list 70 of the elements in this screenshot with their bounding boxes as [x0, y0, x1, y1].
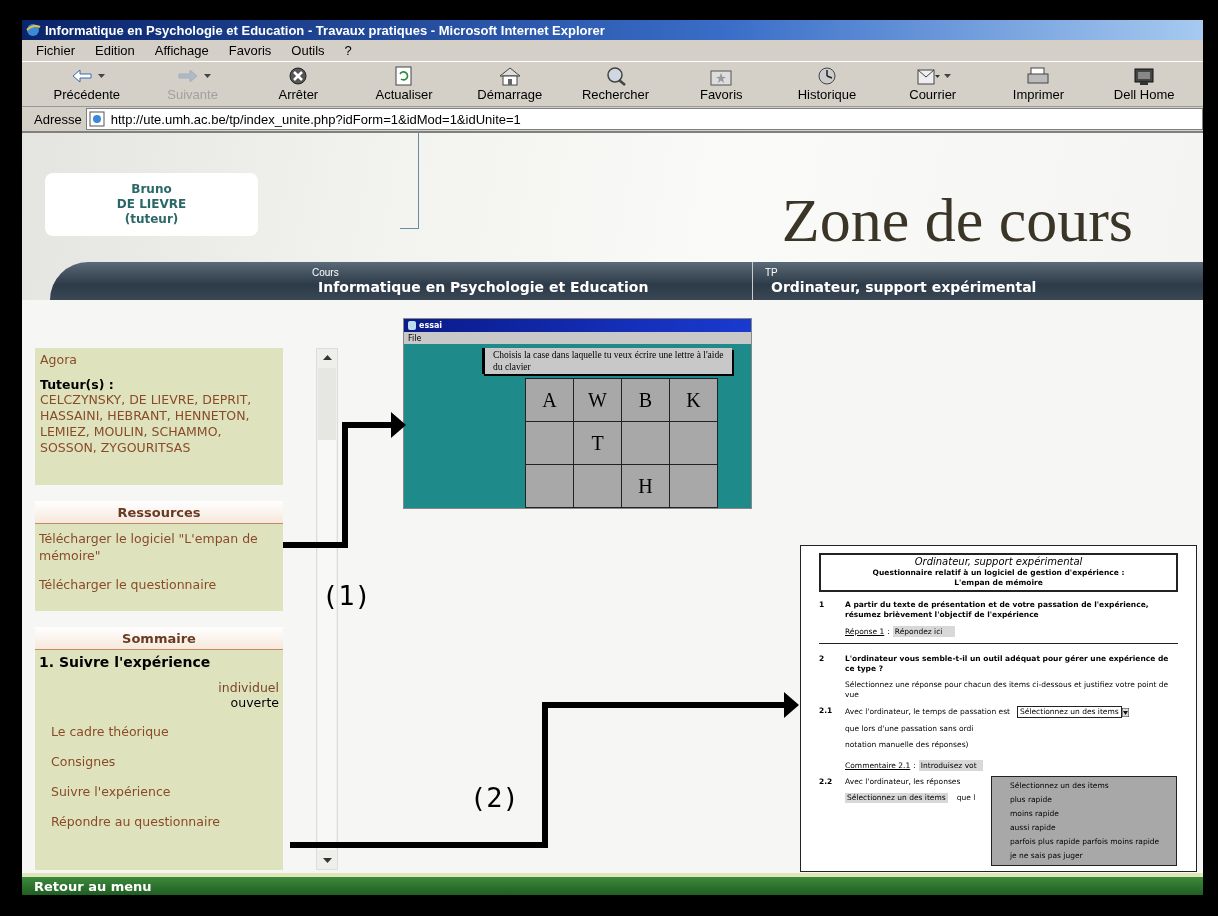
- app-icon: [408, 321, 416, 330]
- course-label: Cours: [312, 266, 340, 278]
- toolbar-button[interactable]: Arrêter: [245, 62, 352, 106]
- grid-cell[interactable]: K: [670, 379, 717, 421]
- menu-item[interactable]: File: [408, 333, 422, 343]
- user-name: DE LIEVRE: [116, 197, 187, 212]
- caret-icon[interactable]: [97, 74, 105, 78]
- browser-logo-icon: [25, 22, 41, 38]
- summary-link[interactable]: Le cadre théorique: [35, 724, 283, 754]
- window-title: Informatique en Psychologie et Education - Travaux pratiques - Microsoft Internet Explorer: [45, 22, 605, 38]
- agora-link[interactable]: Agora: [40, 352, 278, 367]
- toolbar-button[interactable]: Précédente: [34, 62, 140, 106]
- annotation-label: (2): [470, 782, 519, 813]
- menu-item[interactable]: Outils: [291, 43, 325, 58]
- grid-cell[interactable]: [622, 422, 669, 464]
- envelope-icon: [914, 66, 941, 86]
- status-label: ouverte: [229, 695, 280, 710]
- grid-cell[interactable]: [526, 465, 573, 507]
- menu-item[interactable]: Fichier: [36, 43, 75, 58]
- toolbar-button[interactable]: Actualiser: [351, 62, 457, 106]
- menu-item[interactable]: Edition: [95, 43, 135, 58]
- menu-item[interactable]: Favoris: [228, 43, 272, 58]
- grid-cell[interactable]: B: [622, 379, 669, 421]
- toolbar-button[interactable]: Dell Home: [1091, 62, 1198, 106]
- summary-link[interactable]: Répondre au questionnaire: [35, 814, 283, 844]
- menu-item[interactable]: ?: [344, 43, 352, 58]
- tp-label: TP: [765, 266, 779, 278]
- user-name: Bruno: [131, 182, 172, 197]
- scroll-up-icon[interactable]: [322, 355, 332, 360]
- document-title: Ordinateur, support expérimental: [913, 556, 1084, 568]
- dropdown-arrow-icon[interactable]: [1121, 707, 1129, 717]
- caret-icon[interactable]: [943, 74, 951, 78]
- summary-link[interactable]: Suivre l'expérience: [35, 784, 283, 814]
- grid-cell[interactable]: T: [574, 422, 621, 464]
- section-heading: 1. Suivre l'expérience: [38, 654, 212, 670]
- zone-title: Zone de cours: [781, 185, 1133, 255]
- toolbar-button[interactable]: Courrier: [879, 62, 986, 106]
- toolbar-button[interactable]: Favoris: [668, 62, 775, 106]
- printer-icon: [1025, 66, 1052, 86]
- toolbar-button[interactable]: Historique: [774, 62, 880, 106]
- grid-cell[interactable]: A: [526, 379, 573, 421]
- grid-cell[interactable]: W: [574, 379, 621, 421]
- tutor-list: CELCZYNSKY, DE LIEVRE, DEPRIT, HASSAINI, HEBRANT, HENNETON, LEMIEZ, MOULIN, SCHAMMO, SOSSON, ZYGOURITSAS: [40, 392, 278, 456]
- grid-cell[interactable]: [574, 465, 621, 507]
- address-label: Adresse: [34, 111, 82, 127]
- mode-label: individuel: [217, 680, 280, 695]
- page-icon: [88, 111, 105, 127]
- grid-cell[interactable]: [670, 465, 717, 507]
- resource-link[interactable]: Télécharger le questionnaire: [35, 574, 283, 603]
- scroll-down-icon[interactable]: [322, 858, 332, 863]
- toolbar-button[interactable]: Rechercher: [562, 62, 669, 106]
- toolbar-button[interactable]: Imprimer: [985, 62, 1092, 106]
- grid-cell[interactable]: [526, 422, 573, 464]
- app-title: essai: [419, 321, 443, 330]
- summary-link[interactable]: Consignes: [35, 754, 283, 784]
- annotation-label: (1): [322, 580, 371, 611]
- tutors-label: Tuteur(s) :: [40, 377, 115, 392]
- menu-item[interactable]: Affichage: [154, 43, 209, 58]
- instruction-text: Choisis la case dans laquelle tu veux écrire une lettre à l'aide du clavier: [482, 348, 732, 374]
- address-field[interactable]: http://ute.umh.ac.be/tp/index_unite.php?idForm=1&idMod=1&idUnite=1: [85, 108, 1203, 130]
- grid-cell[interactable]: [670, 422, 717, 464]
- back-to-menu-link[interactable]: Retour au menu: [34, 878, 152, 894]
- panel-title: Sommaire: [35, 627, 283, 650]
- user-name: (tuteur): [124, 212, 179, 227]
- panel-title: Ressources: [35, 501, 283, 524]
- tp-name: Ordinateur, support expérimental: [770, 277, 1037, 296]
- toolbar-button[interactable]: Démarrage: [456, 62, 563, 106]
- resource-link[interactable]: Télécharger le logiciel "L'empan de mémoire": [35, 528, 283, 574]
- grid-cell[interactable]: H: [622, 465, 669, 507]
- course-name: Informatique en Psychologie et Education: [317, 277, 650, 296]
